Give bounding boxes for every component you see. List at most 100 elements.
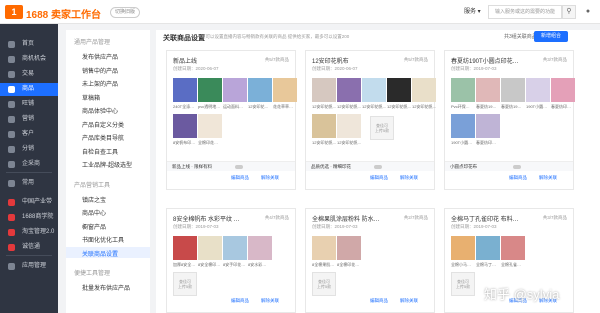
card-title[interactable]: 新品上线	[173, 56, 255, 65]
unlink-products-link[interactable]: 解除关联	[261, 175, 279, 181]
card-title[interactable]: 全棉马丁孔雀印花 布料…	[451, 214, 533, 223]
product-thumbnail[interactable]: 12安印花…	[248, 78, 272, 109]
unlink-products-link[interactable]: 解除关联	[400, 175, 418, 181]
card-title[interactable]: 12安印花帆布	[312, 56, 394, 65]
sidebar-item-0[interactable]: 首页	[0, 38, 58, 51]
card-tag-text: 品质优选 · 精细印花	[311, 164, 351, 169]
subnav-item[interactable]: 关联商品设置	[82, 249, 118, 258]
switch-old-version-button[interactable]: 切换旧版	[110, 7, 140, 18]
unlink-products-link[interactable]: 解除关联	[539, 175, 557, 181]
sidebar-item-3[interactable]: 商品	[0, 83, 58, 96]
subnav-item[interactable]: 产品自定义分类	[82, 120, 124, 129]
sidebar-item-1[interactable]: 商机机会	[0, 53, 58, 66]
card-title[interactable]: 8安全棉帆布 水彩平纹 …	[173, 214, 255, 223]
product-thumbnail[interactable]: 全棉印花…	[198, 114, 222, 145]
watermark: 知乎 @sylvia	[484, 287, 560, 302]
card-title[interactable]: 春夏纺190T小圆点印花…	[451, 56, 533, 65]
product-thumbnail[interactable]: 花花草草…	[273, 78, 297, 109]
product-thumbnail[interactable]: Pvc环保…	[451, 78, 475, 109]
product-thumbnail[interactable]: 8安水彩…	[248, 236, 272, 267]
subnav-item[interactable]: 批量发布供应产品	[82, 283, 130, 292]
product-thumbnail[interactable]: 190T小圆…	[526, 78, 550, 109]
edit-products-link[interactable]: 编辑商品	[370, 298, 388, 304]
sidebar-item-10[interactable]: 中国产业带	[0, 196, 58, 209]
page-description: 您可以设置直播内容与畅销款有关联的商品 提供给买家，最多可以设置200	[201, 34, 350, 39]
product-thumbnail[interactable]: 8安手印花…	[223, 236, 247, 267]
product-thumbnail[interactable]: 全棉孔雀…	[501, 236, 525, 267]
product-thumbnail[interactable]: 8安帆布印…	[173, 114, 197, 145]
product-thumbnail[interactable]: 12安印花帆…	[312, 114, 336, 145]
add-product-slot[interactable]: 查佳可 上传5款	[312, 272, 336, 296]
sidebar-item-5[interactable]: 营销	[0, 113, 58, 126]
sidebar-item-13[interactable]: 诚信通	[0, 241, 58, 254]
trade-icon	[8, 71, 15, 78]
product-thumbnail[interactable]: 12安印花帆…	[412, 78, 436, 109]
subnav-item[interactable]: 发布供应产品	[82, 52, 118, 61]
subnav-item[interactable]: 草稿箱	[82, 93, 100, 102]
card-title[interactable]: 全棉果肌涂层粉料 防水…	[312, 214, 394, 223]
subnav-item[interactable]: 商品体验中心	[82, 106, 118, 115]
add-slot-line: 上传5款	[316, 284, 332, 289]
sidebar-item-12[interactable]: 淘宝管理2.0	[0, 226, 58, 239]
product-thumbnail[interactable]: 春夏纺19…	[501, 78, 525, 109]
subnav-item[interactable]: 橱窗产品	[82, 222, 106, 231]
subnav-item[interactable]: 产品库类目导航	[82, 133, 124, 142]
product-thumbnail[interactable]: pvc透明地…	[198, 78, 222, 109]
search-scope-select[interactable]: 服务 ▾	[464, 6, 486, 18]
customer-icon	[8, 131, 15, 138]
product-thumbnail[interactable]: 春夏纺印…	[551, 78, 575, 109]
sidebar-item-14[interactable]: 应用管理	[0, 260, 58, 273]
card-tag-text: 新品上线 · 限样有料	[172, 164, 212, 169]
unlink-products-link[interactable]: 解除关联	[261, 298, 279, 304]
sidebar-item-8[interactable]: 企采商	[0, 158, 58, 171]
product-thumbnail[interactable]: 全棉马丁…	[476, 236, 500, 267]
product-thumbnail[interactable]: 240T全涤…	[173, 78, 197, 109]
edit-products-link[interactable]: 编辑商品	[231, 298, 249, 304]
subnav-item[interactable]: 销售中的产品	[82, 66, 118, 75]
sidebar-item-2[interactable]: 交易	[0, 68, 58, 81]
product-thumbnail[interactable]: 春夏纺印…	[476, 114, 500, 145]
product-thumbnail[interactable]: 12安印花帆…	[362, 78, 386, 109]
product-thumbnail[interactable]: 12安印花帆…	[337, 78, 361, 109]
thumbnail-caption: 全棉孔雀…	[501, 262, 521, 267]
sidebar-item-7[interactable]: 分销	[0, 143, 58, 156]
add-product-slot[interactable]: 查佳可 上传5款	[370, 116, 394, 140]
product-thumbnail[interactable]: 12安印花帆…	[387, 78, 411, 109]
product-thumbnail[interactable]: 8全棉果肌…	[312, 236, 336, 267]
tag-toggle[interactable]	[235, 165, 243, 169]
add-product-slot[interactable]: 查佳可 上传5款	[173, 272, 197, 296]
edit-products-link[interactable]: 编辑商品	[231, 175, 249, 181]
unlink-products-link[interactable]: 解除关联	[400, 298, 418, 304]
search-input[interactable]: 输入服务或这的需要的功能	[488, 5, 562, 19]
subnav-item[interactable]: 书面化优化工具	[82, 235, 124, 244]
sidebar-item-9[interactable]: 常用	[0, 177, 58, 190]
add-product-slot[interactable]: 查佳可 上传5款	[451, 272, 475, 296]
edit-products-link[interactable]: 编辑商品	[370, 175, 388, 181]
product-thumbnail[interactable]: 运动面料…	[223, 78, 247, 109]
logo-icon[interactable]: 1	[5, 5, 23, 19]
sidebar-item-6[interactable]: 客户	[0, 128, 58, 141]
product-thumbnail[interactable]: 8全棉印花…	[337, 236, 361, 267]
product-thumbnail[interactable]: 190T小圆…	[451, 114, 475, 145]
product-thumbnail[interactable]: 8安全棉印…	[198, 236, 222, 267]
tag-toggle[interactable]	[513, 165, 521, 169]
subnav-item[interactable]: 未上架的产品	[82, 79, 118, 88]
product-group-card: 8安全棉帆布 水彩平纹 … 共4/7款商品 创建日期：2019-07-03 加厚8安全…	[166, 208, 296, 313]
subnav-item[interactable]: 自检自查工具	[82, 147, 118, 156]
tag-toggle[interactable]	[374, 165, 382, 169]
sidebar-item-4[interactable]: 旺铺	[0, 98, 58, 111]
user-icon[interactable]: ●	[580, 5, 596, 19]
product-thumbnail[interactable]: 加厚8安全…	[173, 236, 197, 267]
sidebar-divider	[6, 255, 52, 256]
subnav-item[interactable]: 镇店之宝	[82, 195, 106, 204]
subnav-item[interactable]: 商品中心	[82, 208, 106, 217]
sidebar-item-11[interactable]: 1688商学院	[0, 211, 58, 224]
search-icon[interactable]: ⚲	[562, 5, 576, 19]
add-group-button[interactable]: 新增组合	[534, 31, 568, 42]
product-thumbnail[interactable]: 12安印花帆…	[312, 78, 336, 109]
product-thumbnail[interactable]: 全棉小马…	[451, 236, 475, 267]
product-thumbnail[interactable]: 春夏纺19…	[476, 78, 500, 109]
subnav-item[interactable]: 工业品牌-超级选型	[82, 160, 132, 169]
product-thumbnail[interactable]: 12安印花帆…	[337, 114, 361, 145]
edit-products-link[interactable]: 编辑商品	[509, 175, 527, 181]
